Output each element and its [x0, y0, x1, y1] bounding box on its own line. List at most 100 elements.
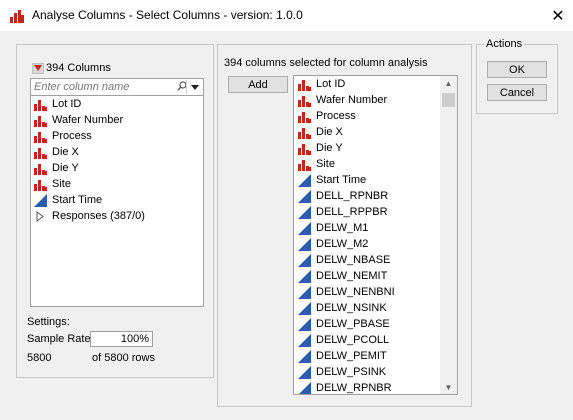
scroll-thumb[interactable] [442, 93, 455, 107]
continuous-triangle-icon [298, 333, 311, 347]
list-item[interactable]: Process [31, 128, 203, 144]
list-item[interactable]: Wafer Number [294, 92, 457, 108]
sample-rate-input[interactable]: 100% [90, 331, 153, 347]
continuous-triangle-icon [298, 173, 311, 187]
list-item[interactable]: Die Y [294, 140, 457, 156]
list-item[interactable]: DELW_NBASE [294, 252, 457, 268]
actions-panel [476, 44, 558, 114]
window-title: Analyse Columns - Select Columns - versi… [32, 8, 303, 22]
list-item[interactable]: Process [294, 108, 457, 124]
ok-button[interactable]: OK [487, 61, 547, 78]
list-item[interactable]: Start Time [31, 192, 203, 208]
nominal-bar-icon [298, 159, 311, 171]
selected-columns-list[interactable]: Lot ID Wafer Number Process Die X Die Y Site S… [293, 75, 458, 395]
list-item-label: DELW_RPNBR [316, 382, 392, 394]
continuous-triangle-icon [298, 285, 311, 299]
list-item[interactable]: DELL_RPPBR [294, 204, 457, 220]
nominal-bar-icon [34, 147, 47, 159]
nominal-bar-icon [34, 115, 47, 127]
continuous-triangle-icon [298, 301, 311, 315]
list-item-label: DELW_NSINK [316, 302, 387, 314]
list-item-label: Lot ID [316, 78, 346, 90]
jmp-app-icon [10, 10, 24, 23]
list-item-label: DELW_NBASE [316, 254, 391, 266]
nominal-bar-icon [298, 95, 311, 107]
list-item-label: Site [316, 158, 335, 170]
list-item[interactable]: Site [294, 156, 457, 172]
scroll-down-icon[interactable]: ▼ [440, 380, 457, 394]
list-item-label: Process [52, 130, 92, 142]
columns-count-label: 394 Columns [46, 62, 111, 74]
available-columns-list[interactable]: Lot ID Wafer Number Process Die X Die Y … [30, 96, 204, 307]
list-item[interactable]: Site [31, 176, 203, 192]
nominal-bar-icon [34, 179, 47, 191]
list-item-label: DELL_RPNBR [316, 190, 389, 202]
list-item-label: Lot ID [52, 98, 82, 110]
search-options-dropdown-icon[interactable] [186, 80, 202, 94]
nominal-bar-icon [34, 131, 47, 143]
list-item[interactable]: DELW_NEMIT [294, 268, 457, 284]
list-item[interactable]: Die X [31, 144, 203, 160]
list-item-label: DELW_M2 [316, 238, 369, 250]
nominal-bar-icon [298, 111, 311, 123]
actions-legend: Actions [484, 38, 525, 50]
list-item[interactable]: DELW_PBASE [294, 316, 457, 332]
rows-count: 5800 [27, 352, 52, 364]
continuous-triangle-icon [298, 381, 311, 394]
list-item-group-responses[interactable]: Responses (387/0) [31, 208, 203, 224]
cancel-button[interactable]: Cancel [487, 84, 547, 101]
list-item-label: Site [52, 178, 71, 190]
columns-count-row: 394 Columns [32, 62, 111, 74]
list-item[interactable]: DELW_PEMIT [294, 348, 457, 364]
sample-rate-label: Sample Rate [27, 333, 91, 345]
vertical-scrollbar[interactable]: ▲ ▼ [440, 76, 457, 394]
list-item-label: Die X [316, 126, 343, 138]
list-item-label: Die Y [316, 142, 343, 154]
selected-columns-label: 394 columns selected for column analysis [224, 57, 428, 69]
scroll-up-icon[interactable]: ▲ [440, 76, 457, 90]
close-icon[interactable]: ✕ [543, 0, 573, 31]
nominal-bar-icon [298, 127, 311, 139]
settings-label: Settings: [27, 316, 70, 328]
list-item-label: Die Y [52, 162, 79, 174]
total-rows-label: of 5800 rows [92, 352, 155, 364]
list-item[interactable]: DELW_M1 [294, 220, 457, 236]
continuous-triangle-icon [34, 193, 47, 207]
list-item-label: DELW_PBASE [316, 318, 390, 330]
list-item[interactable]: DELW_RPNBR [294, 380, 457, 394]
list-item[interactable]: DELL_RPNBR [294, 188, 457, 204]
continuous-triangle-icon [298, 365, 311, 379]
list-item[interactable]: Lot ID [31, 96, 203, 112]
list-item[interactable]: Start Time [294, 172, 457, 188]
column-search-box [30, 78, 204, 96]
nominal-bar-icon [298, 143, 311, 155]
list-item[interactable]: DELW_M2 [294, 236, 457, 252]
list-item-label: DELW_M1 [316, 222, 369, 234]
list-item[interactable]: Lot ID [294, 76, 457, 92]
list-item[interactable]: DELW_NENBNI [294, 284, 457, 300]
expand-arrow-icon[interactable] [34, 210, 47, 223]
list-item[interactable]: Die X [294, 124, 457, 140]
list-item[interactable]: DELW_PCOLL [294, 332, 457, 348]
column-search-input[interactable] [31, 80, 171, 94]
list-item-label: DELW_NENBNI [316, 286, 395, 298]
red-triangle-menu-icon[interactable] [32, 62, 44, 74]
list-item-label: DELW_PEMIT [316, 350, 387, 362]
list-item-label: Responses (387/0) [52, 210, 145, 222]
list-item[interactable]: Die Y [31, 160, 203, 176]
continuous-triangle-icon [298, 269, 311, 283]
list-item-label: DELW_PCOLL [316, 334, 390, 346]
list-item-label: Start Time [316, 174, 367, 186]
list-item[interactable]: DELW_NSINK [294, 300, 457, 316]
list-item-label: Wafer Number [316, 94, 388, 106]
list-item-label: DELW_NEMIT [316, 270, 388, 282]
list-item[interactable]: Wafer Number [31, 112, 203, 128]
add-button[interactable]: Add [228, 76, 288, 93]
continuous-triangle-icon [298, 205, 311, 219]
continuous-triangle-icon [298, 349, 311, 363]
list-item[interactable]: DELW_PSINK [294, 364, 457, 380]
list-item-label: Wafer Number [52, 114, 124, 126]
continuous-triangle-icon [298, 189, 311, 203]
continuous-triangle-icon [298, 317, 311, 331]
nominal-bar-icon [298, 79, 311, 91]
